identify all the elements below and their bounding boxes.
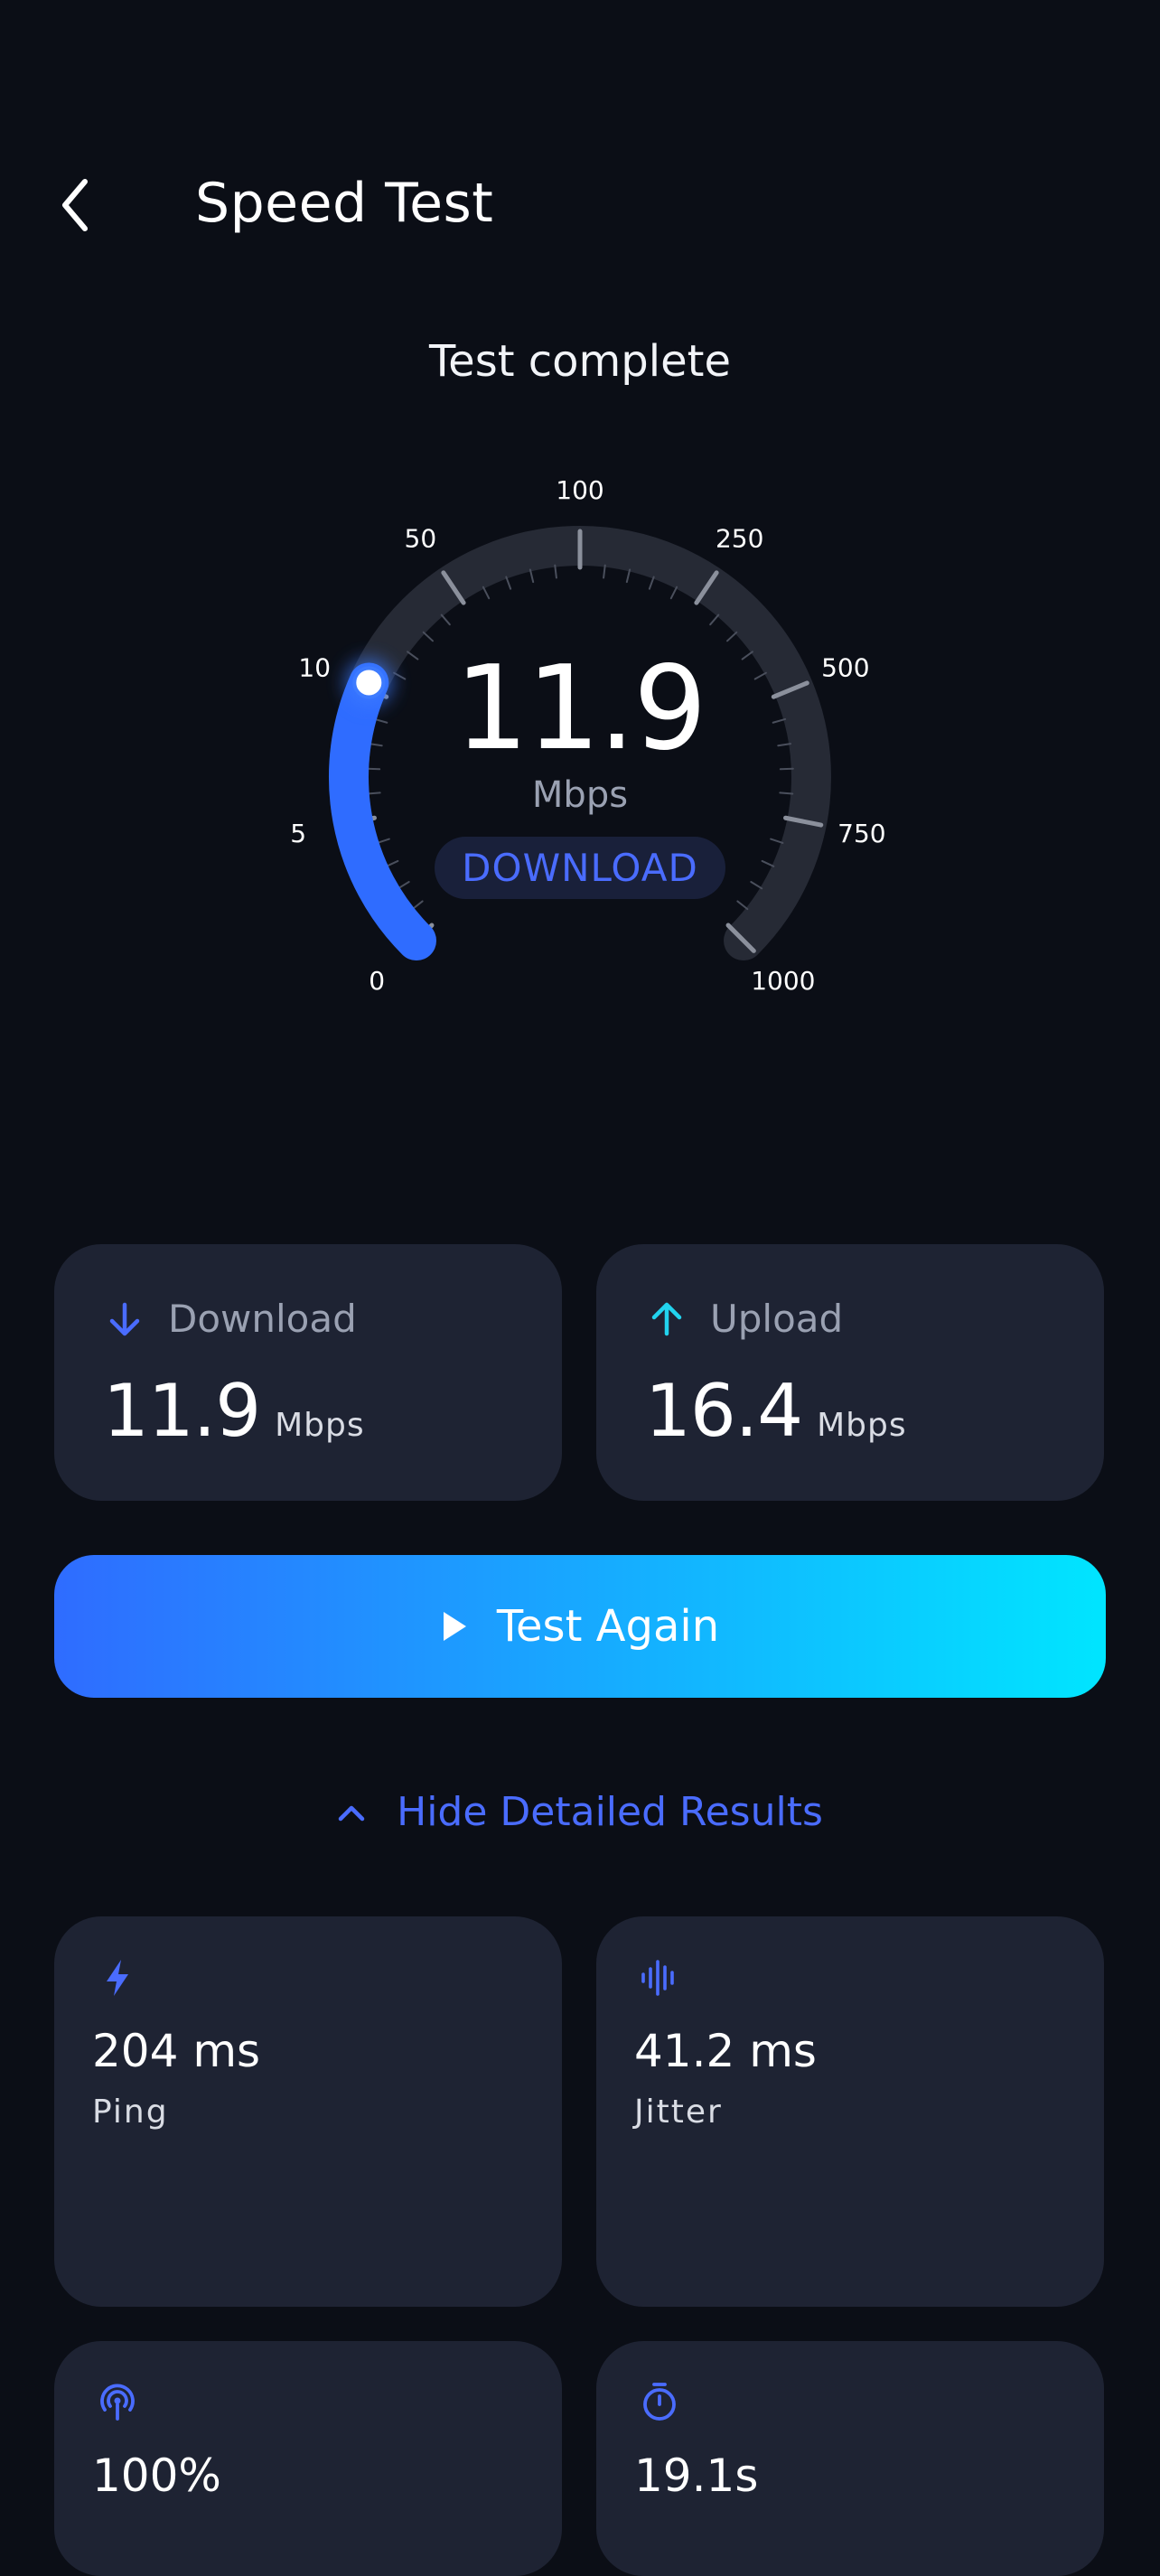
duration-value: 19.1s — [634, 2450, 759, 2502]
speed-value: 11.9 — [454, 642, 707, 776]
chevron-left-icon — [62, 179, 88, 231]
upload-value: 16.4 — [645, 1369, 803, 1453]
gauge-readout: 11.9 Mbps DOWNLOAD — [399, 642, 761, 899]
back-button[interactable] — [54, 176, 98, 234]
gauge-scale-label: 750 — [837, 819, 885, 848]
upload-label: Upload — [710, 1297, 844, 1341]
arrow-up-icon — [651, 1302, 682, 1335]
gauge-minor-tick — [761, 859, 775, 867]
gauge-minor-tick — [726, 631, 738, 642]
gauge-minor-tick — [770, 838, 784, 844]
upload-card: Upload 16.4 Mbps — [596, 1244, 1104, 1501]
mode-badge: DOWNLOAD — [435, 837, 725, 899]
speed-unit: Mbps — [531, 774, 629, 816]
gauge-minor-tick — [368, 743, 383, 747]
gauge-scale-label: 1000 — [751, 966, 815, 996]
signal-icon — [100, 2384, 135, 2421]
gauge-scale-label: 500 — [821, 652, 869, 682]
ping-label: Ping — [92, 2094, 169, 2131]
jitter-card: 41.2 ms Jitter — [596, 1916, 1104, 2307]
gauge-minor-tick — [373, 717, 388, 724]
gauge-minor-tick — [385, 859, 399, 867]
gauge-minor-tick — [376, 838, 390, 844]
chevron-up-icon — [338, 1805, 365, 1821]
gauge-minor-tick — [779, 767, 794, 771]
gauge-scale-label: 5 — [290, 819, 306, 848]
gauge-minor-tick — [625, 568, 631, 584]
gauge-minor-tick — [779, 792, 794, 795]
timer-icon — [643, 2383, 676, 2421]
duration-card: 19.1s — [596, 2341, 1104, 2576]
gauge-minor-tick — [603, 564, 606, 579]
gauge-scale-label: 10 — [298, 652, 331, 682]
test-again-button[interactable]: Test Again — [54, 1555, 1106, 1698]
page-title: Speed Test — [195, 172, 494, 235]
jitter-label: Jitter — [634, 2094, 723, 2131]
gauge-minor-tick — [482, 585, 491, 600]
gauge-knob-dot — [352, 666, 386, 699]
gauge-minor-tick — [440, 614, 451, 626]
ping-value: 204 ms — [92, 2025, 261, 2077]
gauge-scale-label: 100 — [556, 475, 603, 505]
gauge-minor-tick — [772, 717, 787, 724]
toggle-details-label: Hide Detailed Results — [397, 1789, 823, 1835]
gauge-minor-tick — [736, 900, 749, 911]
gauge-minor-tick — [505, 576, 512, 590]
upload-card-header: Upload — [647, 1297, 843, 1341]
signal-card: 100% — [54, 2341, 562, 2576]
gauge-scale-label: 250 — [716, 524, 763, 554]
gauge-minor-tick — [529, 568, 535, 584]
gauge-minor-tick — [777, 743, 792, 747]
download-unit: Mbps — [275, 1407, 365, 1444]
download-value-row: 11.9 Mbps — [103, 1369, 365, 1453]
download-card: Download 11.9 Mbps — [54, 1244, 562, 1501]
gauge-minor-tick — [669, 585, 678, 600]
gauge-minor-tick — [709, 614, 720, 626]
upload-unit: Mbps — [817, 1407, 907, 1444]
upload-value-row: 16.4 Mbps — [645, 1369, 907, 1453]
gauge-indicator-knob — [345, 659, 393, 707]
play-icon — [443, 1612, 466, 1641]
lightning-icon — [107, 1960, 128, 1996]
ping-card: 204 ms Ping — [54, 1916, 562, 2307]
download-card-header: Download — [105, 1297, 357, 1341]
test-status: Test complete — [429, 336, 731, 387]
signal-value: 100% — [92, 2450, 221, 2502]
toggle-details-link[interactable]: Hide Detailed Results — [0, 1789, 1160, 1835]
gauge-minor-tick — [411, 900, 424, 911]
download-value: 11.9 — [103, 1369, 261, 1453]
test-again-label: Test Again — [496, 1601, 720, 1652]
gauge-scale-label: 0 — [369, 966, 385, 996]
download-label: Download — [168, 1297, 357, 1341]
gauge-minor-tick — [648, 576, 655, 590]
gauge-minor-tick — [554, 564, 557, 579]
waveform-icon — [641, 1960, 674, 1996]
gauge-minor-tick — [422, 631, 434, 642]
jitter-value: 41.2 ms — [634, 2025, 817, 2077]
gauge-scale-label: 50 — [405, 524, 437, 554]
gauge-minor-tick — [366, 767, 381, 771]
arrow-down-icon — [109, 1302, 140, 1335]
gauge-minor-tick — [366, 792, 381, 795]
